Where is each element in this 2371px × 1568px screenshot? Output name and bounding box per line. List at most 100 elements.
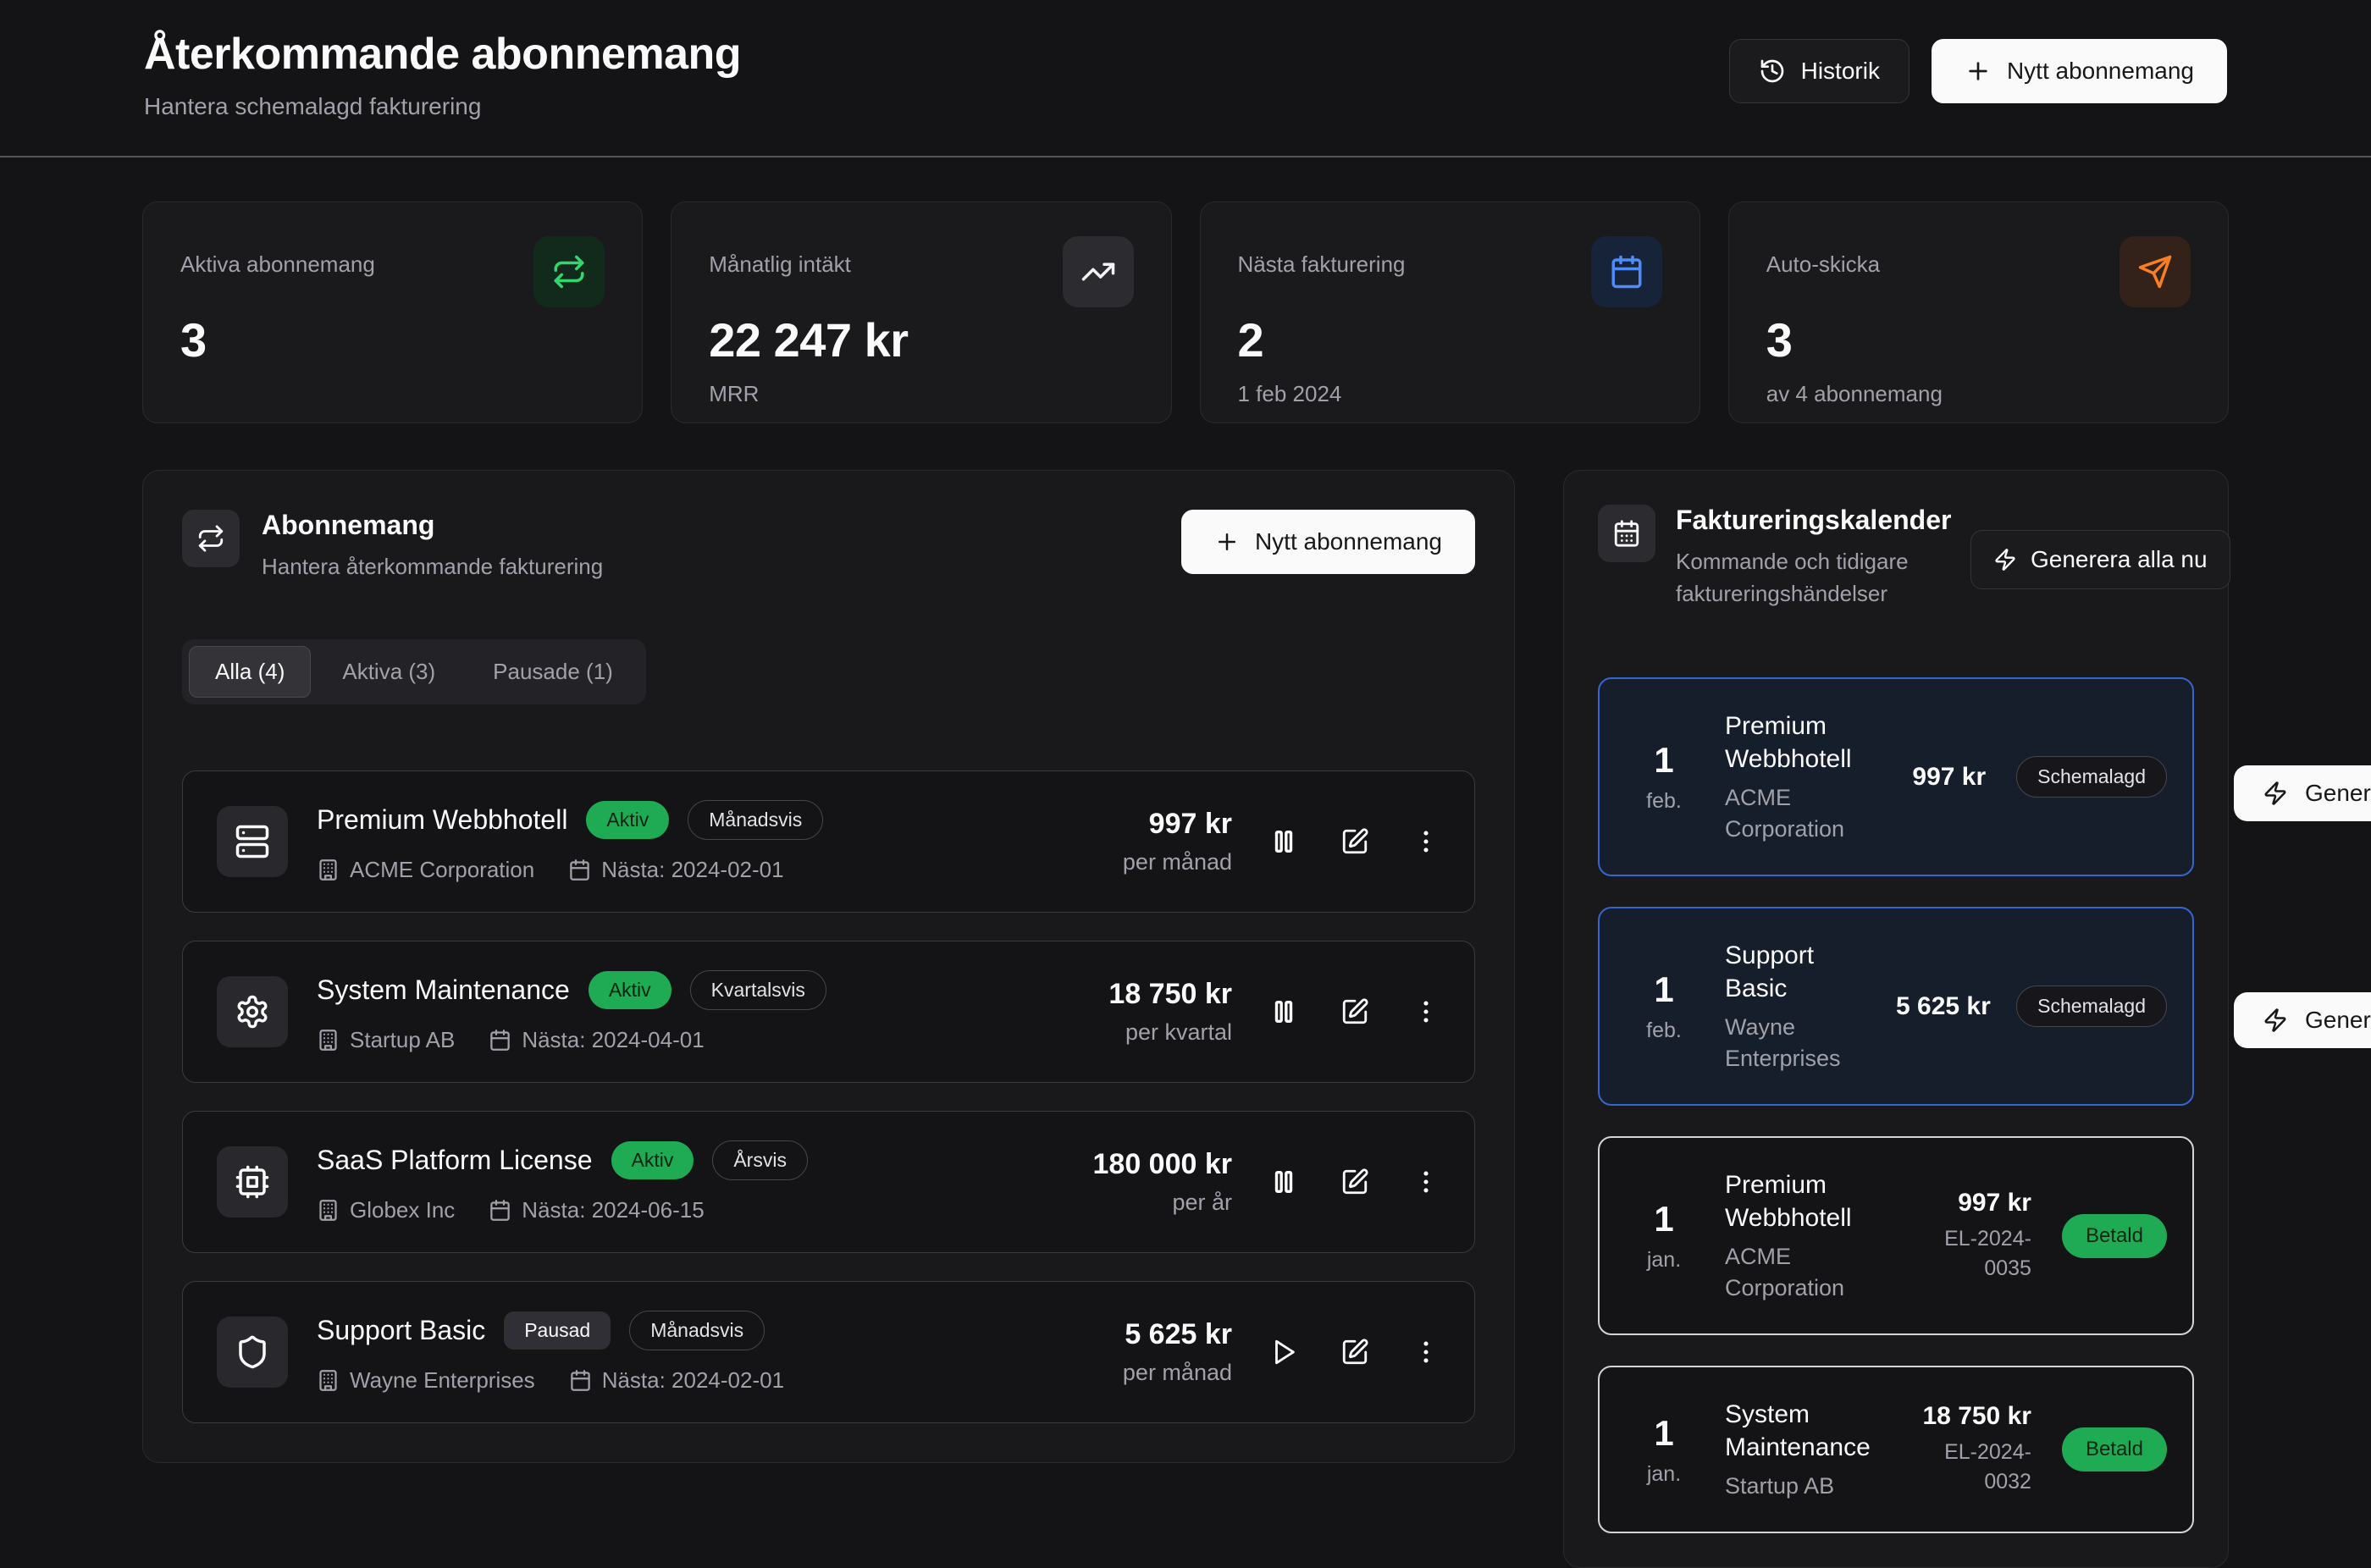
kebab-icon xyxy=(1412,827,1440,856)
columns: Abonnemang Hantera återkommande fakturer… xyxy=(142,470,2229,1568)
invoice-number: EL-2024-0032 xyxy=(1921,1438,2031,1497)
calendar-icon xyxy=(489,1199,511,1222)
more-menu-button[interactable] xyxy=(1412,1168,1440,1196)
pause-button[interactable] xyxy=(1269,997,1298,1026)
billing-event-scheduled: 1 feb. Premium Webbhotell ACME Corporati… xyxy=(1598,677,2194,876)
subscription-name: System Maintenance xyxy=(317,974,570,1006)
event-client: Wayne Enterprises xyxy=(1725,1012,1874,1074)
amount: 997 kr xyxy=(1123,808,1232,841)
stat-card-auto-send: Auto-skicka 3 av 4 abonnemang xyxy=(1728,202,2229,423)
play-icon xyxy=(1269,1338,1298,1366)
calendar-icon xyxy=(569,1369,592,1392)
more-menu-button[interactable] xyxy=(1412,997,1440,1026)
subscription-row: System Maintenance Aktiv Kvartalsvis Sta… xyxy=(182,941,1475,1083)
amount-period: per månad xyxy=(1123,1360,1232,1386)
kebab-icon xyxy=(1412,1168,1440,1196)
status-badge: Betald xyxy=(2062,1214,2167,1258)
tab-alla[interactable]: Alla (4) xyxy=(189,646,311,698)
more-menu-button[interactable] xyxy=(1412,827,1440,856)
zap-icon xyxy=(1993,548,2017,571)
interval-badge: Årsvis xyxy=(712,1140,808,1180)
edit-button[interactable] xyxy=(1340,1168,1369,1196)
generate-now-button[interactable]: Generera xyxy=(2234,765,2371,821)
edit-button[interactable] xyxy=(1340,827,1369,856)
more-menu-button[interactable] xyxy=(1412,1338,1440,1366)
pause-icon xyxy=(1269,1168,1298,1196)
stat-label: Aktiva abonnemang xyxy=(180,251,375,278)
generate-all-button[interactable]: Generera alla nu xyxy=(1970,530,2230,589)
stats-row: Aktiva abonnemang 3 Månatlig intäkt 22 2… xyxy=(142,202,2229,423)
billing-events-list: 1 feb. Premium Webbhotell ACME Corporati… xyxy=(1598,677,2194,1533)
pause-icon xyxy=(1269,827,1298,856)
send-icon xyxy=(2120,236,2191,307)
pause-button[interactable] xyxy=(1269,1168,1298,1196)
status-badge: Schemalagd xyxy=(2016,986,2167,1027)
stat-sub: 1 feb 2024 xyxy=(1238,381,1662,407)
subscription-row: SaaS Platform License Aktiv Årsvis Globe… xyxy=(182,1111,1475,1253)
subscription-row: Premium Webbhotell Aktiv Månadsvis ACME … xyxy=(182,770,1475,913)
stat-card-monthly-revenue: Månatlig intäkt 22 247 kr MRR xyxy=(671,202,1171,423)
edit-button[interactable] xyxy=(1340,1338,1369,1366)
event-client: Startup AB xyxy=(1725,1471,1874,1501)
event-client: ACME Corporation xyxy=(1725,782,1874,844)
invoice-number: EL-2024-0035 xyxy=(1921,1224,2031,1284)
event-title: Support Basic xyxy=(1725,939,1874,1005)
edit-icon xyxy=(1340,1338,1369,1366)
next-billing-date: Nästa: 2024-02-01 xyxy=(602,1367,784,1394)
event-month: jan. xyxy=(1625,1248,1703,1273)
plus-icon xyxy=(1965,58,1992,85)
kebab-icon xyxy=(1412,1338,1440,1366)
calendar-icon xyxy=(568,859,591,881)
status-badge: Betald xyxy=(2062,1427,2167,1471)
event-title: System Maintenance xyxy=(1725,1398,1874,1464)
status-badge: Aktiv xyxy=(611,1141,694,1179)
resume-button[interactable] xyxy=(1269,1338,1298,1366)
next-billing-date: Nästa: 2024-04-01 xyxy=(522,1027,704,1053)
subscription-name: Support Basic xyxy=(317,1315,485,1346)
event-day: 1 xyxy=(1625,1199,1703,1239)
edit-icon xyxy=(1340,997,1369,1026)
panel-subtitle: Hantera återkommande fakturering xyxy=(262,551,603,583)
tab-pausade[interactable]: Pausade (1) xyxy=(467,646,639,698)
event-day: 1 xyxy=(1625,740,1703,781)
generate-now-button[interactable]: Generera xyxy=(2234,992,2371,1048)
main-content: Aktiva abonnemang 3 Månatlig intäkt 22 2… xyxy=(0,157,2371,1568)
next-billing-date: Nästa: 2024-06-15 xyxy=(522,1197,704,1223)
amount-period: per kvartal xyxy=(1108,1019,1232,1046)
stat-card-next-billing: Nästa fakturering 2 1 feb 2024 xyxy=(1200,202,1700,423)
tab-aktiva[interactable]: Aktiva (3) xyxy=(316,646,461,698)
plus-icon xyxy=(1214,529,1240,555)
billing-event-paid: 1 jan. System Maintenance Startup AB 18 … xyxy=(1598,1366,2194,1533)
new-subscription-button[interactable]: Nytt abonnemang xyxy=(1932,39,2227,103)
status-badge: Pausad xyxy=(504,1311,611,1350)
calendar-days-icon xyxy=(1598,505,1655,562)
stat-value: 3 xyxy=(1766,312,2191,367)
edit-button[interactable] xyxy=(1340,997,1369,1026)
edit-icon xyxy=(1340,827,1369,856)
page-subtitle: Hantera schemalagd fakturering xyxy=(144,93,741,120)
shield-icon xyxy=(217,1317,288,1388)
interval-badge: Månadsvis xyxy=(629,1311,765,1350)
stat-label: Månatlig intäkt xyxy=(709,251,851,278)
status-badge: Aktiv xyxy=(589,971,672,1009)
history-icon xyxy=(1759,58,1786,85)
event-amount: 997 kr xyxy=(1896,763,1986,792)
stat-value: 22 247 kr xyxy=(709,312,1133,367)
repeat-icon xyxy=(182,510,240,567)
event-month: jan. xyxy=(1625,1462,1703,1487)
history-button[interactable]: Historik xyxy=(1729,39,1910,103)
subscription-list: Premium Webbhotell Aktiv Månadsvis ACME … xyxy=(182,770,1475,1423)
page-header: Återkommande abonnemang Hantera schemala… xyxy=(0,0,2371,157)
stat-sub: av 4 abonnemang xyxy=(1766,381,2191,407)
server-icon xyxy=(217,806,288,877)
event-amount: 5 625 kr xyxy=(1896,992,1986,1021)
stat-label: Auto-skicka xyxy=(1766,251,1880,278)
pause-icon xyxy=(1269,997,1298,1026)
building-icon xyxy=(317,1029,340,1052)
gear-icon xyxy=(217,976,288,1047)
event-client: ACME Corporation xyxy=(1725,1241,1874,1303)
new-subscription-button[interactable]: Nytt abonnemang xyxy=(1181,510,1475,574)
pause-button[interactable] xyxy=(1269,827,1298,856)
kebab-icon xyxy=(1412,997,1440,1026)
subscriptions-panel: Abonnemang Hantera återkommande fakturer… xyxy=(142,470,1515,1463)
